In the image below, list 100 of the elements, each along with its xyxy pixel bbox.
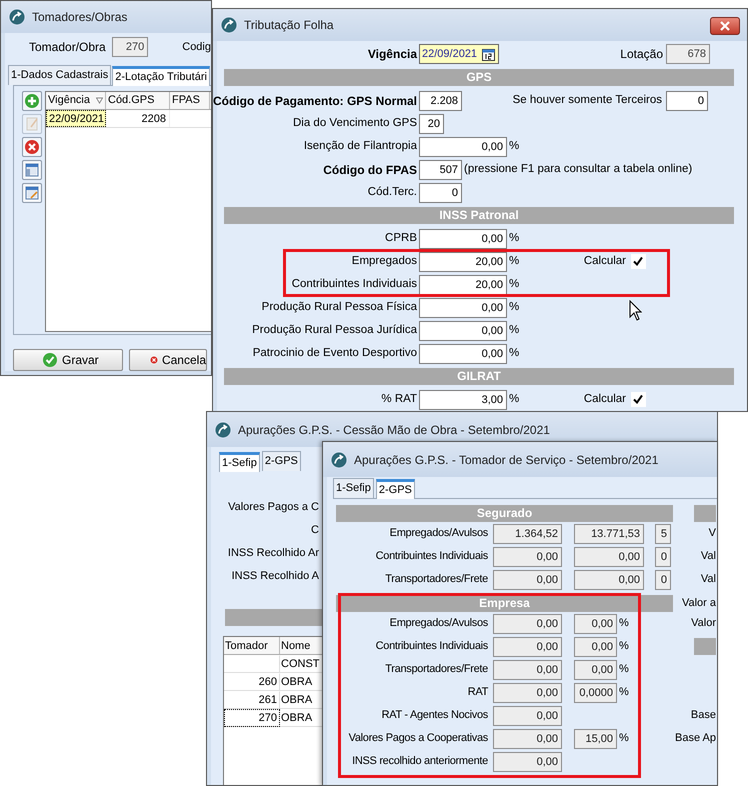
toolbar-button[interactable] — [22, 91, 42, 111]
checkbox[interactable] — [631, 392, 646, 407]
column-header[interactable]: Tomador — [224, 637, 280, 654]
hint-text: (pressione F1 para consultar a tabela online) — [464, 162, 692, 177]
input-field[interactable]: 0,00 — [419, 320, 507, 340]
output-field: 0,00 — [493, 570, 562, 590]
input-field[interactable]: 2.208 — [419, 90, 462, 110]
section-header: INSS Patronal — [224, 207, 734, 224]
output-field: 0,00 — [574, 614, 617, 634]
field-label: Transportadores/Frete — [384, 662, 489, 678]
close-icon — [719, 21, 731, 31]
field-label: Val — [700, 572, 716, 588]
field-label: CPRB — [384, 230, 418, 246]
section-header: GILRAT — [224, 368, 734, 385]
field-label: INSS Recolhido Ar — [226, 546, 319, 561]
column-header[interactable]: Vigência — [48, 92, 90, 109]
input-field[interactable]: 0,00 — [419, 136, 507, 156]
table-cell-text: OBRA — [280, 693, 314, 708]
window-title: Apurações G.P.S. - Cessão Mão de Obra - Setembro/2021 — [238, 422, 550, 438]
input-field[interactable]: 20,00 — [419, 274, 507, 294]
input-field[interactable]: 0,00 — [419, 228, 507, 248]
output-field: 0 — [655, 570, 671, 590]
button[interactable]: Gravar — [13, 349, 123, 371]
tab[interactable]: 2-GPS — [376, 479, 415, 499]
field-label: Código do FPAS — [322, 162, 418, 178]
output-field: 0,00 — [493, 546, 562, 566]
column-header[interactable]: FPAS — [172, 92, 200, 109]
button[interactable]: Cancela — [129, 349, 207, 371]
app-icon — [9, 9, 25, 25]
tab[interactable]: 2-GPS — [262, 451, 301, 471]
output-field: 0,00 — [574, 660, 617, 680]
field-label: RAT — [466, 685, 490, 700]
field-label: Empregados — [350, 254, 418, 269]
output-field: 0,00 — [493, 660, 562, 680]
section-bar — [694, 638, 716, 655]
input-field[interactable]: 0,00 — [419, 344, 507, 364]
output-field: 0 — [655, 546, 671, 566]
field-label: Codig — [182, 40, 211, 55]
unit-label: % — [509, 230, 520, 246]
cursor-icon — [629, 300, 642, 321]
field-label: Dia do Vencimento GPS — [292, 116, 418, 131]
field-label: Lotação — [620, 46, 663, 63]
column-header[interactable]: Nome — [280, 637, 316, 654]
toolbar-button[interactable] — [22, 137, 42, 157]
table-cell: 261 — [224, 691, 280, 709]
unit-label: % — [619, 731, 629, 746]
close-button[interactable] — [710, 17, 740, 35]
field-label: Isenção de Filantropia — [302, 138, 418, 154]
output-field: 0,00 — [493, 636, 562, 656]
field-label: % RAT — [380, 392, 418, 407]
date-field[interactable]: 22/09/2021 — [419, 44, 499, 64]
field-label: Transportadores/Frete — [384, 572, 489, 588]
table-cell: 260 — [224, 673, 280, 691]
unit-label: % — [619, 639, 629, 654]
field-label: Empregados/Avulsos — [388, 526, 489, 542]
tab[interactable]: 2-Lotação Tributári — [112, 66, 210, 86]
output-field: 0,00 — [574, 636, 617, 656]
checkbox-label: Calcular — [584, 392, 626, 407]
window-title: Tomadores/Obras — [32, 9, 128, 26]
section-header: Empresa — [336, 595, 673, 612]
unit-label: % — [509, 138, 520, 154]
field-label: Val — [700, 549, 716, 564]
section-header: GPS — [224, 69, 734, 86]
tab[interactable]: 1-Sefip — [219, 452, 260, 472]
unit-label: % — [509, 276, 520, 292]
input-field[interactable]: 20,00 — [419, 252, 507, 272]
tab[interactable]: 1-Dados Cadastrais — [8, 65, 112, 85]
add-icon — [23, 92, 41, 110]
field-label: V — [708, 526, 716, 542]
input-field[interactable]: 0,00 — [419, 298, 507, 318]
output-field: 0,00 — [493, 728, 562, 748]
toolbar-button[interactable] — [22, 160, 42, 180]
table-cell-text: OBRA — [280, 711, 314, 726]
output-field: 0,00 — [493, 706, 562, 726]
field-label: Contribuintes Individuais — [374, 549, 489, 564]
input-field[interactable]: 3,00 — [419, 390, 507, 410]
unit-label: % — [619, 662, 629, 678]
table-cell: 22/09/2021 — [46, 110, 106, 127]
input-field[interactable]: 507 — [419, 160, 462, 180]
output-field: 1.364,52 — [493, 524, 562, 544]
app-icon — [221, 17, 237, 33]
output-field: 15,00 — [574, 728, 617, 748]
unit-label: % — [509, 300, 520, 315]
unit-label: % — [619, 685, 629, 700]
app-icon — [331, 452, 347, 468]
table-cell: 2208 — [106, 110, 170, 127]
toolbar-button[interactable] — [22, 183, 42, 203]
field-label: Patrocinio de Evento Desportivo — [252, 346, 418, 361]
checkbox[interactable] — [631, 254, 646, 269]
field-label: Se houver somente Terceiros — [512, 92, 662, 108]
input-field[interactable]: 0 — [419, 182, 462, 202]
column-header[interactable]: Cód.GPS — [108, 92, 154, 109]
output-field: 0,00 — [493, 752, 562, 772]
output-field: 0,00 — [493, 614, 562, 634]
table-cell-text: CONST — [280, 657, 320, 672]
input-field[interactable]: 0 — [666, 90, 708, 110]
input-field[interactable]: 20 — [419, 114, 444, 134]
unit-label: % — [509, 346, 520, 361]
tab[interactable]: 1-Sefip — [333, 478, 374, 498]
field-label: Vigência — [366, 46, 418, 63]
